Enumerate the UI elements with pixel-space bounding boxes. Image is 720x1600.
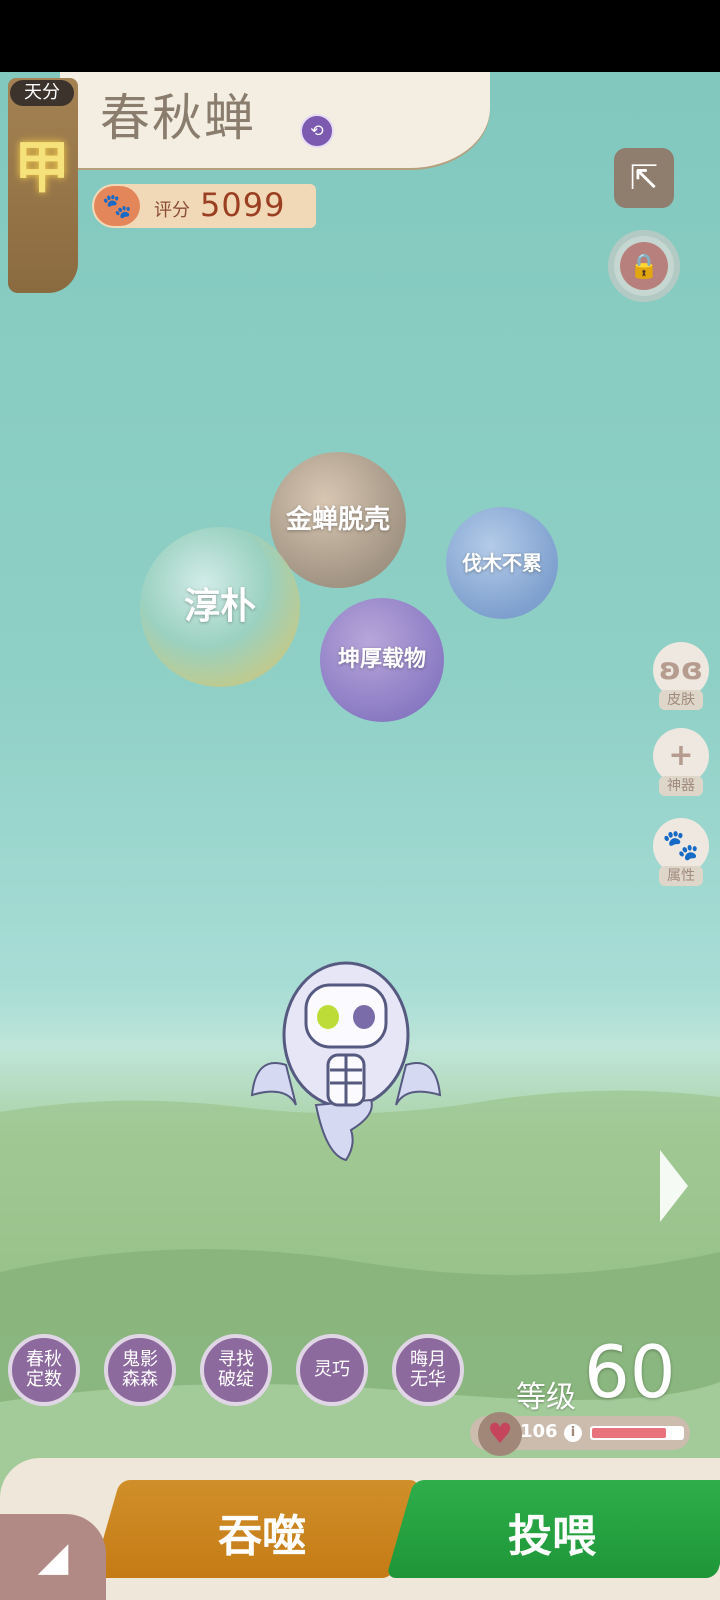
feed-label: 投喂: [508, 1511, 596, 1562]
skill-label: 春秋 定数: [26, 1349, 62, 1390]
skill-label: 灵巧: [314, 1359, 350, 1380]
heart-icon: ♥: [478, 1412, 522, 1456]
devour-label: 吞噬: [218, 1511, 306, 1562]
menu-corner-button[interactable]: ◢: [0, 1514, 106, 1600]
skill-button[interactable]: 晦月 无华: [392, 1334, 464, 1406]
skill-label: 晦月 无华: [410, 1349, 446, 1390]
rename-icon[interactable]: ⟲: [300, 114, 334, 148]
score-value: 5099: [200, 186, 286, 224]
skin-button[interactable]: ʚɞ 皮肤: [652, 642, 710, 710]
trait-bubble[interactable]: 坤厚载物: [320, 598, 444, 722]
side-button-label: 神器: [659, 776, 703, 796]
skill-label: 寻找 破绽: [218, 1349, 254, 1390]
next-arrow-icon[interactable]: [660, 1150, 688, 1222]
trait-bubble[interactable]: 淳朴: [140, 527, 300, 687]
lock-icon[interactable]: 🔒: [620, 242, 668, 290]
artifact-button[interactable]: + 神器: [652, 728, 710, 796]
share-icon[interactable]: ⇱: [614, 148, 674, 208]
level-value: 60: [584, 1330, 676, 1414]
hp-value: 106: [520, 1421, 558, 1442]
side-button-label: 皮肤: [659, 690, 703, 710]
paw-icon: 🐾: [94, 186, 140, 226]
score-label: 评分: [154, 200, 190, 221]
skill-button[interactable]: 灵巧: [296, 1334, 368, 1406]
pet-character[interactable]: [246, 955, 446, 1170]
attributes-button[interactable]: 🐾 属性: [652, 818, 710, 886]
tier-label: 天分: [10, 80, 74, 106]
trait-bubble[interactable]: 金蝉脱壳: [270, 452, 406, 588]
hp-bar-fill: [592, 1428, 666, 1438]
info-icon[interactable]: i: [564, 1424, 582, 1442]
pet-name: 春秋蝉: [100, 89, 256, 147]
skill-button[interactable]: 鬼影 森森: [104, 1334, 176, 1406]
tier-value: 甲: [14, 136, 70, 201]
trait-bubble[interactable]: 伐木不累: [446, 507, 558, 619]
skill-label: 鬼影 森森: [122, 1349, 158, 1390]
skill-button[interactable]: 春秋 定数: [8, 1334, 80, 1406]
level-label: 等级: [516, 1380, 576, 1415]
side-button-label: 属性: [659, 866, 703, 886]
skill-button[interactable]: 寻找 破绽: [200, 1334, 272, 1406]
